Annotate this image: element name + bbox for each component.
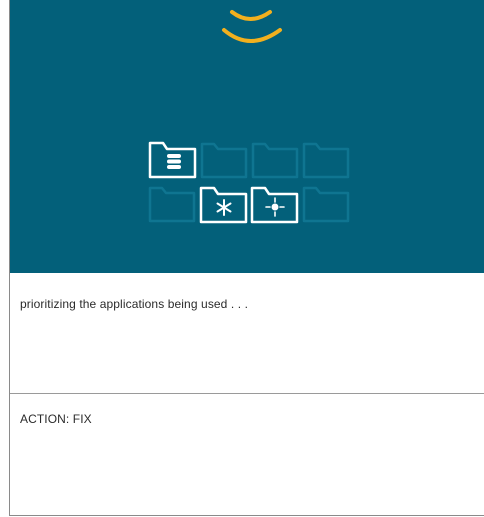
network-folder-icon (250, 186, 299, 224)
caption-panel: prioritizing the applications being used… (10, 273, 484, 394)
asterisk-folder-icon (199, 186, 248, 224)
arc-top-icon (230, 10, 272, 21)
database-folder-icon (148, 141, 197, 179)
action-text: ACTION: FIX (20, 412, 92, 426)
slide-card: prioritizing the applications being used… (9, 0, 484, 516)
hero-illustration (10, 0, 484, 273)
action-panel: ACTION: FIX (10, 394, 484, 515)
folder-grid-illustration (148, 10, 350, 224)
arc-bottom-icon (222, 28, 282, 43)
caption-text: prioritizing the applications being used… (20, 297, 249, 311)
